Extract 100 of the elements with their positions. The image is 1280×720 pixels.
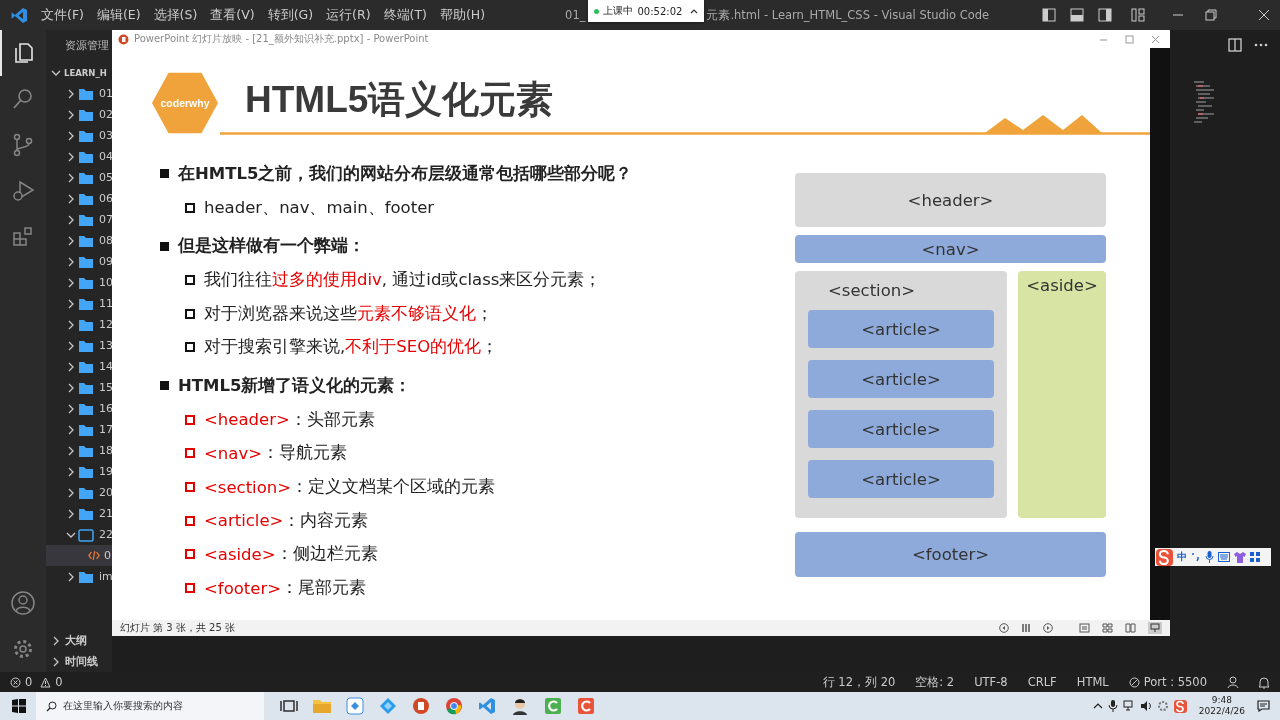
error-count[interactable]: 0: [25, 675, 33, 689]
chevron-icon[interactable]: [66, 445, 76, 456]
chevron-icon[interactable]: [51, 656, 61, 667]
chevron-icon[interactable]: [66, 214, 76, 225]
chevron-icon[interactable]: [66, 298, 76, 309]
warning-icon[interactable]: [40, 676, 52, 688]
grid-icon[interactable]: [1250, 552, 1260, 562]
reading-view-icon[interactable]: [1125, 623, 1136, 633]
menu-item[interactable]: 选择(S): [153, 6, 198, 24]
layout-icon[interactable]: [1098, 8, 1112, 22]
status-item[interactable]: CRLF: [1027, 675, 1057, 689]
close-icon[interactable]: [1258, 9, 1270, 21]
panel-section-header[interactable]: 时间线: [46, 651, 112, 672]
chevron-icon[interactable]: [66, 508, 76, 519]
broadcast-icon[interactable]: [1128, 676, 1140, 688]
menu-item[interactable]: 运行(R): [326, 6, 371, 24]
taskbar-search-field[interactable]: 在这里输入你要搜索的内容: [36, 692, 264, 720]
browser-icon[interactable]: [443, 697, 465, 715]
windows-start-icon[interactable]: [12, 699, 26, 713]
tree-item[interactable]: 12: [46, 314, 112, 335]
chevron-icon[interactable]: [66, 193, 76, 204]
presentation-app-icon[interactable]: [410, 697, 432, 715]
microphone-icon[interactable]: [1107, 700, 1118, 712]
tree-item[interactable]: 14: [46, 356, 112, 377]
menu-icon[interactable]: [1021, 623, 1031, 633]
clock-date[interactable]: 2022/4/26: [1198, 706, 1245, 717]
panel-section-header[interactable]: 大纲: [46, 630, 112, 651]
settings-icon[interactable]: [11, 637, 35, 661]
arc-app-icon[interactable]: [542, 697, 564, 715]
extensions-icon[interactable]: [11, 225, 35, 249]
feedback-icon[interactable]: [1227, 675, 1240, 689]
chevron-icon[interactable]: [66, 571, 76, 582]
chevron-icon[interactable]: [66, 256, 76, 267]
network-icon[interactable]: [1122, 700, 1135, 712]
previous-icon[interactable]: [999, 623, 1009, 633]
chevron-icon[interactable]: [66, 109, 76, 120]
status-item[interactable]: UTF-8: [974, 675, 1008, 689]
status-item[interactable]: HTML: [1076, 675, 1109, 689]
volume-icon[interactable]: [1139, 700, 1152, 712]
caret-icon[interactable]: [1092, 701, 1103, 711]
tree-item[interactable]: 03: [46, 125, 112, 146]
punctuation-icon[interactable]: [1191, 552, 1201, 562]
input-method-icon[interactable]: [1156, 548, 1173, 566]
grid-view-icon[interactable]: [1102, 623, 1113, 633]
tree-item[interactable]: LEARN_H: [46, 62, 112, 83]
tree-item[interactable]: 06: [46, 188, 112, 209]
split-editor-icon[interactable]: [1228, 38, 1242, 52]
slideshow-icon[interactable]: [1148, 622, 1162, 634]
chevron-icon[interactable]: [66, 424, 76, 435]
chevron-icon[interactable]: [66, 382, 76, 393]
menu-item[interactable]: 文件(F): [41, 6, 84, 24]
status-item[interactable]: 空格: 2: [915, 674, 955, 690]
layout-icon[interactable]: [1070, 8, 1084, 22]
status-item[interactable]: 行 12，列 20: [822, 674, 896, 690]
tree-item[interactable]: 21: [46, 503, 112, 524]
search-icon[interactable]: [11, 87, 35, 111]
tree-item[interactable]: 20: [46, 482, 112, 503]
tree-item[interactable]: 15: [46, 377, 112, 398]
tree-item[interactable]: 22: [46, 524, 112, 545]
restore-icon[interactable]: [1205, 9, 1217, 21]
tree-item[interactable]: 18: [46, 440, 112, 461]
tree-item[interactable]: 10: [46, 272, 112, 293]
normal-view-icon[interactable]: [1079, 623, 1090, 633]
chevron-icon[interactable]: [66, 235, 76, 246]
clock-time[interactable]: 9:48: [1211, 695, 1233, 706]
menu-item[interactable]: 编辑(E): [96, 6, 141, 24]
chevron-icon[interactable]: [66, 403, 76, 414]
tree-item[interactable]: 11: [46, 293, 112, 314]
microphone-icon[interactable]: [1205, 551, 1214, 563]
tree-item[interactable]: im: [46, 566, 112, 587]
files-icon[interactable]: [12, 41, 36, 65]
caret-icon[interactable]: [690, 8, 699, 14]
menu-item[interactable]: 查看(V): [210, 6, 255, 24]
chevron-icon[interactable]: [66, 487, 76, 498]
chevron-icon[interactable]: [66, 151, 76, 162]
tree-item[interactable]: 16: [46, 398, 112, 419]
input-mode[interactable]: 中: [1177, 550, 1187, 564]
tree-item[interactable]: 13: [46, 335, 112, 356]
tree-item[interactable]: 04: [46, 146, 112, 167]
port-status[interactable]: Port : 5500: [1143, 675, 1207, 689]
account-icon[interactable]: [10, 590, 36, 616]
menu-item[interactable]: 转到(G): [267, 6, 314, 24]
chevron-icon[interactable]: [66, 319, 76, 330]
tree-item[interactable]: 09: [46, 251, 112, 272]
warning-count[interactable]: 0: [55, 675, 63, 689]
tree-item[interactable]: 02: [46, 104, 112, 125]
chevron-icon[interactable]: [66, 277, 76, 288]
chevron-icon[interactable]: [51, 635, 61, 646]
tree-item[interactable]: 05: [46, 167, 112, 188]
chevron-icon[interactable]: [66, 361, 76, 372]
tree-item[interactable]: 08: [46, 230, 112, 251]
code-editor-icon[interactable]: [476, 697, 498, 715]
tree-item[interactable]: 0: [46, 545, 112, 566]
chevron-icon[interactable]: [66, 88, 76, 99]
keyboard-icon[interactable]: [1218, 552, 1230, 562]
menu-item[interactable]: 终端(T): [383, 6, 427, 24]
next-icon[interactable]: [1043, 623, 1053, 633]
notification-icon[interactable]: [1257, 700, 1270, 712]
chevron-icon[interactable]: [66, 130, 76, 141]
chevron-icon[interactable]: [66, 172, 76, 183]
